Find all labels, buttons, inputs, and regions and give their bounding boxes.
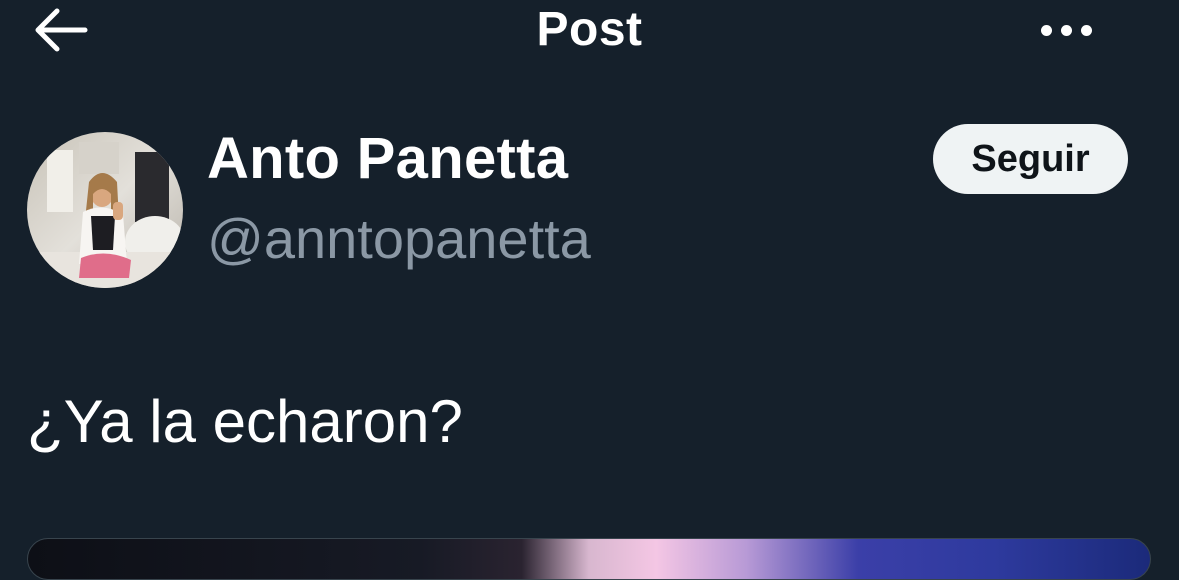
more-horizontal-icon	[1040, 24, 1052, 36]
author-display-name[interactable]: Anto Panetta	[207, 124, 568, 194]
post-text: ¿Ya la echaron?	[27, 388, 463, 455]
more-options-button[interactable]	[1030, 10, 1102, 50]
more-horizontal-icon-dot	[1080, 24, 1092, 36]
follow-button[interactable]: Seguir	[933, 124, 1128, 194]
page-title: Post	[536, 3, 643, 56]
more-horizontal-icon-dot	[1060, 24, 1072, 36]
avatar-photo	[27, 132, 183, 288]
post-media[interactable]	[27, 538, 1151, 580]
author-handle[interactable]: @anntopanetta	[207, 204, 591, 274]
avatar[interactable]	[27, 132, 183, 288]
top-bar: Post	[0, 0, 1179, 64]
